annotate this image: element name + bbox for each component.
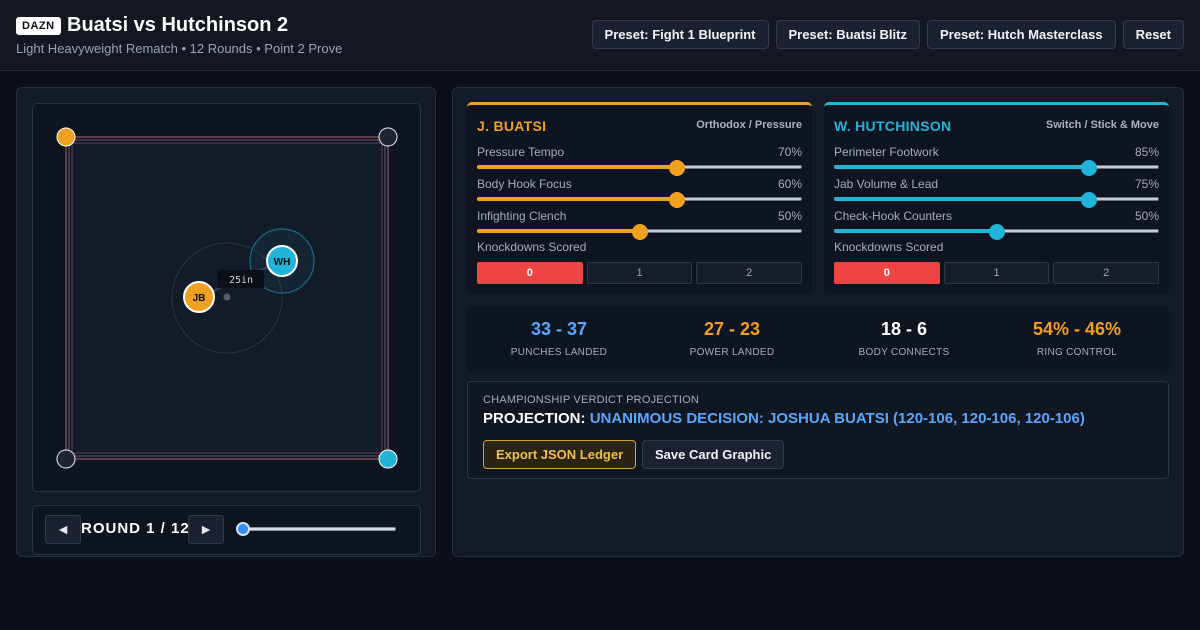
round-slider-thumb[interactable] [236, 522, 250, 536]
round-controls: ◄ ROUND 1 / 12 ► [32, 505, 421, 555]
knockdowns-option-0[interactable]: 0 [834, 262, 940, 284]
preset-hutch-masterclass-button[interactable]: Preset: Hutch Masterclass [927, 20, 1116, 49]
stat-label: Perimeter Footwork [834, 145, 939, 159]
stat-label: Pressure Tempo [477, 145, 565, 159]
body-hook-focus-slider[interactable] [477, 192, 802, 208]
slider-thumb[interactable] [668, 160, 685, 176]
knockdowns-option-2[interactable]: 2 [1053, 262, 1160, 284]
knockdowns-label: Knockdowns Scored [834, 240, 944, 254]
stat-number: 27 - 23 [703, 319, 761, 339]
neutral-corner-post-top-right [378, 127, 398, 147]
page-subtitle: Light Heavyweight Rematch • 12 Rounds • … [16, 41, 343, 56]
stat-caption: POWER LANDED [689, 347, 775, 358]
check-hook-counters-slider[interactable] [834, 224, 1159, 240]
stat-value: 50% [1134, 209, 1159, 223]
ring-center-marker [223, 293, 231, 301]
knockdowns-label: Knockdowns Scored [477, 240, 587, 254]
knockdowns-selector: 0 1 2 [834, 262, 1160, 284]
power-landed-stat: 27 - 23 POWER LANDED [652, 319, 812, 358]
fighter-b-token[interactable]: WH [266, 245, 298, 277]
neutral-corner-post-bottom-left [56, 449, 76, 469]
body-connects-stat: 18 - 6 BODY CONNECTS [824, 319, 984, 358]
fighter-card-hutchinson: W. HUTCHINSON Switch / Stick & Move Peri… [824, 102, 1169, 294]
stat-label: Infighting Clench [477, 209, 567, 223]
stat-caption: BODY CONNECTS [858, 347, 950, 358]
round-indicator: ROUND 1 / 12 [81, 520, 190, 537]
slider-thumb[interactable] [668, 192, 685, 208]
stat-caption: RING CONTROL [1036, 347, 1118, 358]
fighter-a-token[interactable]: JB [183, 281, 215, 313]
preset-buatsi-blitz-button[interactable]: Preset: Buatsi Blitz [775, 20, 920, 49]
knockdowns-selector: 0 1 2 [477, 262, 803, 284]
next-round-button[interactable]: ► [188, 515, 224, 544]
dazn-logo-badge: DAZN [16, 17, 61, 35]
round-slider[interactable] [236, 520, 397, 536]
prev-round-button[interactable]: ◄ [45, 515, 81, 544]
knockdowns-option-1[interactable]: 1 [943, 262, 1050, 284]
stat-pressure-tempo: Pressure Tempo 70% [477, 145, 802, 176]
app-header: DAZN Buatsi vs Hutchinson 2 Light Heavyw… [0, 0, 1200, 71]
slider-thumb[interactable] [631, 224, 648, 240]
fighter-card-buatsi: J. BUATSI Orthodox / Pressure Pressure T… [467, 102, 812, 294]
stat-check-hook-counters: Check-Hook Counters 50% [834, 209, 1159, 240]
reset-button[interactable]: Reset [1122, 20, 1184, 49]
fighter-b-initials: WH [274, 257, 291, 268]
stat-value: 85% [1134, 145, 1159, 159]
preset-fight1-button[interactable]: Preset: Fight 1 Blueprint [591, 20, 769, 49]
jab-volume-lead-slider[interactable] [834, 192, 1159, 208]
preset-toolbar: Preset: Fight 1 Blueprint Preset: Buatsi… [591, 20, 1184, 49]
slider-thumb[interactable] [1081, 160, 1098, 176]
ring-control-stat: 54% - 46% RING CONTROL [997, 319, 1157, 358]
stat-number: 18 - 6 [880, 319, 928, 339]
infighting-clench-slider[interactable] [477, 224, 802, 240]
stat-number: 33 - 37 [530, 319, 588, 339]
stat-label: Body Hook Focus [477, 177, 572, 191]
slider-thumb[interactable] [988, 224, 1005, 240]
distance-label: 25in [229, 275, 253, 286]
ring-diagram: 25in JB WH [56, 127, 398, 469]
stat-value: 70% [777, 145, 802, 159]
stat-value: 75% [1134, 177, 1159, 191]
knockdowns-option-2[interactable]: 2 [696, 262, 803, 284]
save-card-graphic-button[interactable]: Save Card Graphic [642, 440, 785, 469]
red-corner-post [56, 127, 76, 147]
stat-jab-volume-lead: Jab Volume & Lead 75% [834, 177, 1159, 208]
stat-number: 54% - 46% [1032, 319, 1122, 339]
fighter-style: Switch / Stick & Move [1045, 119, 1159, 131]
verdict-projection-box: CHAMPIONSHIP VERDICT PROJECTION PROJECTI… [467, 381, 1169, 479]
perimeter-footwork-slider[interactable] [834, 160, 1159, 176]
pressure-tempo-slider[interactable] [477, 160, 802, 176]
stat-perimeter-footwork: Perimeter Footwork 85% [834, 145, 1159, 176]
fighter-name: W. HUTCHINSON [834, 118, 952, 134]
round-slider-track [242, 527, 396, 531]
verdict-heading: CHAMPIONSHIP VERDICT PROJECTION [483, 394, 700, 406]
ring-panel: 25in JB WH ◄ ROUND 1 / 12 ► [16, 87, 436, 557]
ring-canvas[interactable]: 25in JB WH [32, 103, 421, 492]
verdict-prefix: PROJECTION: [483, 410, 586, 427]
triangle-right-icon: ► [199, 521, 213, 537]
fight-stats-summary: 33 - 37 PUNCHES LANDED 27 - 23 POWER LAN… [467, 306, 1169, 372]
page-title: Buatsi vs Hutchinson 2 [67, 14, 289, 36]
slider-thumb[interactable] [1081, 192, 1098, 208]
verdict-result: UNANIMOUS DECISION: JOSHUA BUATSI (120-1… [589, 410, 1085, 427]
stat-infighting-clench: Infighting Clench 50% [477, 209, 802, 240]
blue-corner-post [378, 449, 398, 469]
fighter-name: J. BUATSI [477, 118, 547, 134]
stat-label: Check-Hook Counters [834, 209, 953, 223]
stat-value: 60% [777, 177, 802, 191]
fighter-style: Orthodox / Pressure [696, 119, 802, 131]
stat-value: 50% [777, 209, 802, 223]
stat-label: Jab Volume & Lead [834, 177, 939, 191]
punches-landed-stat: 33 - 37 PUNCHES LANDED [479, 319, 639, 358]
verdict-line: PROJECTION: UNANIMOUS DECISION: JOSHUA B… [483, 410, 1085, 427]
stat-caption: PUNCHES LANDED [510, 347, 608, 358]
triangle-left-icon: ◄ [56, 521, 70, 537]
analysis-panel: J. BUATSI Orthodox / Pressure Pressure T… [452, 87, 1184, 557]
knockdowns-option-1[interactable]: 1 [586, 262, 693, 284]
stat-body-hook-focus: Body Hook Focus 60% [477, 177, 802, 208]
knockdowns-option-0[interactable]: 0 [477, 262, 583, 284]
export-json-ledger-button[interactable]: Export JSON Ledger [483, 440, 637, 469]
fighter-a-initials: JB [193, 293, 206, 304]
